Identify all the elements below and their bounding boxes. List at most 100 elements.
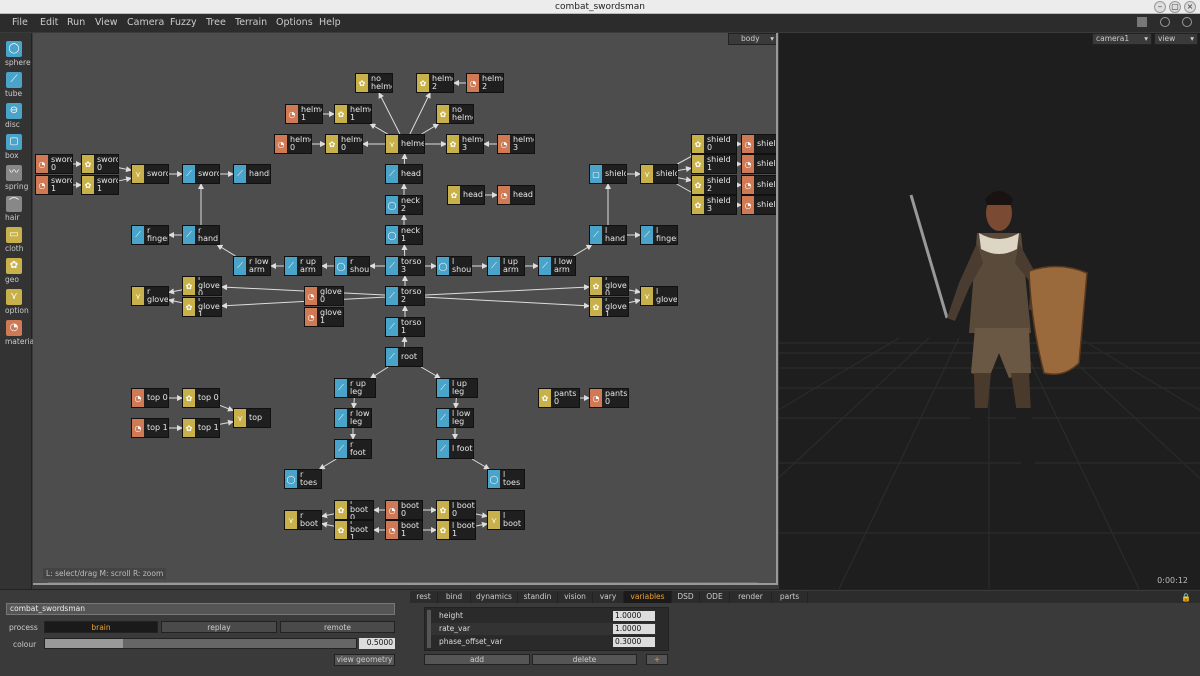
- graph-node-lfingers[interactable]: ⟋l fingers: [640, 225, 678, 245]
- graph-node-ltoes[interactable]: ◯l toes: [487, 469, 525, 489]
- graph-node-rshoulder[interactable]: ◯r shoulder: [334, 256, 370, 276]
- graph-node-lhand[interactable]: ⟋l hand: [589, 225, 627, 245]
- graph-node-shieldbox[interactable]: ▢shield: [589, 164, 627, 184]
- tool-materia[interactable]: ◔materia: [2, 318, 30, 348]
- minimize-button[interactable]: –: [1154, 1, 1166, 13]
- graph-node-shield2y[interactable]: ✿shield 2: [691, 175, 737, 195]
- menu-fuzzy[interactable]: Fuzzy: [170, 17, 197, 28]
- layout-toggle-icon[interactable]: [1137, 17, 1147, 27]
- graph-node-rboot1[interactable]: ✿r boot 1: [334, 520, 374, 540]
- menu-view[interactable]: View: [95, 17, 118, 28]
- graph-node-lshoulder[interactable]: ◯l shoulder: [436, 256, 472, 276]
- view-geometry-button[interactable]: view geometry: [334, 654, 395, 666]
- graph-node-lboot1[interactable]: ✿l boot 1: [436, 520, 476, 540]
- plus-button[interactable]: +: [646, 654, 668, 665]
- colour-value-field[interactable]: 0.5000: [359, 638, 395, 649]
- camera-selector[interactable]: camera1▾: [1092, 33, 1152, 45]
- graph-node-torso1[interactable]: ⟋torso 1: [385, 317, 425, 337]
- graph-node-shieldopt[interactable]: ⋎shield: [640, 164, 678, 184]
- menu-tree[interactable]: Tree: [206, 17, 226, 28]
- graph-node-neck2[interactable]: ◯neck 2: [385, 195, 423, 215]
- tab-vary[interactable]: vary: [593, 591, 624, 603]
- graph-node-top0o[interactable]: ◔top 0: [131, 388, 169, 408]
- graph-node-helmet1o[interactable]: ◔helmet 1: [285, 104, 323, 124]
- tab-render[interactable]: render: [730, 591, 772, 603]
- graph-node-nohelmet1[interactable]: ✿no helmet1: [355, 73, 393, 93]
- tool-option[interactable]: ⋎option: [2, 287, 30, 317]
- variable-row[interactable]: height1.0000: [431, 610, 656, 622]
- graph-node-sword0o[interactable]: ◔sword 0: [35, 154, 73, 174]
- graph-node-rlowleg[interactable]: ⟋r low leg: [334, 408, 372, 428]
- menu-edit[interactable]: Edit: [40, 17, 58, 28]
- graph-node-helmet3o[interactable]: ◔helmet 3: [497, 134, 535, 154]
- tab-variables[interactable]: variables: [624, 591, 672, 603]
- tool-disc[interactable]: ⊖disc: [2, 101, 30, 131]
- graph-node-sword0y[interactable]: ✿sword 0: [81, 154, 119, 174]
- graph-node-boot0[interactable]: ◔boot 0: [385, 500, 423, 520]
- detach-icon[interactable]: [1182, 17, 1192, 27]
- menu-terrain[interactable]: Terrain: [235, 17, 267, 28]
- graph-node-helmet0y[interactable]: ✿helmet 0: [325, 134, 363, 154]
- graph-node-rtoes[interactable]: ◯r toes: [284, 469, 322, 489]
- graph-horizontal-scrollbar[interactable]: [48, 582, 758, 585]
- graph-node-torso3[interactable]: ⟋torso 3: [385, 256, 425, 276]
- graph-node-helmet2y[interactable]: ✿helmet 2: [416, 73, 454, 93]
- graph-node-lglove0[interactable]: ✿l glove 0: [589, 276, 629, 296]
- graph-node-llowarm[interactable]: ⟋l low arm: [538, 256, 576, 276]
- graph-node-swordtube[interactable]: ⟋sword: [182, 164, 220, 184]
- graph-node-lupleg[interactable]: ⟋l up leg: [436, 378, 478, 398]
- graph-node-nohelmet2[interactable]: ✿no helmet2: [436, 104, 474, 124]
- graph-node-shield1y[interactable]: ✿shield 1: [691, 154, 737, 174]
- maximize-button[interactable]: ▢: [1169, 1, 1181, 13]
- menu-file[interactable]: File: [12, 17, 28, 28]
- graph-node-top1y[interactable]: ✿top 1: [182, 418, 220, 438]
- graph-node-rhand[interactable]: ⟋r hand: [182, 225, 220, 245]
- tab-parts[interactable]: parts: [772, 591, 808, 603]
- graph-node-shield0o[interactable]: ◔shield: [741, 134, 778, 154]
- graph-node-swordopt[interactable]: ⋎sword: [131, 164, 169, 184]
- graph-node-rupleg[interactable]: ⟋r up leg: [334, 378, 376, 398]
- tool-spring[interactable]: 〰spring: [2, 163, 30, 193]
- graph-node-sword1o[interactable]: ◔sword 1: [35, 175, 73, 195]
- tab-dynamics[interactable]: dynamics: [471, 591, 518, 603]
- graph-node-torso2[interactable]: ⟋torso 2: [385, 286, 425, 306]
- graph-node-headmat[interactable]: ◔head: [497, 185, 535, 205]
- graph-node-lglove1[interactable]: ✿l glove 1: [589, 297, 629, 317]
- graph-node-rfingers[interactable]: ⟋r fingers: [131, 225, 169, 245]
- graph-node-shield3o[interactable]: ◔shield: [741, 195, 778, 215]
- menu-camera[interactable]: Camera: [127, 17, 164, 28]
- graph-node-rboot0[interactable]: ✿r boot 0: [334, 500, 374, 520]
- graph-node-pants0y[interactable]: ✿pants 0: [538, 388, 580, 408]
- restore-icon[interactable]: [1160, 17, 1170, 27]
- variable-value[interactable]: 0.3000: [613, 637, 655, 647]
- lock-icon[interactable]: 🔒: [1181, 593, 1191, 602]
- graph-node-boot1[interactable]: ◔boot 1: [385, 520, 423, 540]
- variable-row[interactable]: rate_var1.0000: [431, 623, 656, 635]
- tool-sphere[interactable]: ◯sphere: [2, 39, 30, 69]
- graph-node-helmet2o[interactable]: ◔helmet 2: [466, 73, 504, 93]
- graph-node-shield2o[interactable]: ◔shield: [741, 175, 778, 195]
- graph-node-top[interactable]: ⋎top: [233, 408, 271, 428]
- graph-node-top0y[interactable]: ✿top 0: [182, 388, 220, 408]
- graph-node-helmet0o[interactable]: ◔helmet 0: [274, 134, 312, 154]
- tool-hair[interactable]: ⌒hair: [2, 194, 30, 224]
- graph-node-shield0y[interactable]: ✿shield 0: [691, 134, 737, 154]
- node-graph-panel[interactable]: ✿no helmet1 ✿helmet 2 ◔helmet 2 ◔helmet 1✿h…: [33, 33, 778, 585]
- graph-node-pants0o[interactable]: ◔pants 0: [589, 388, 629, 408]
- graph-node-handle[interactable]: ⟋handle: [233, 164, 271, 184]
- graph-node-head[interactable]: ⟋head: [385, 164, 423, 184]
- graph-node-lglove[interactable]: ⋎l glove: [640, 286, 678, 306]
- tab-standin[interactable]: standin: [518, 591, 558, 603]
- tab-ode[interactable]: ODE: [700, 591, 730, 603]
- graph-node-rlowarm[interactable]: ⟋r low arm: [233, 256, 271, 276]
- tool-cloth[interactable]: ▭cloth: [2, 225, 30, 255]
- variable-row[interactable]: phase_offset_var0.3000: [431, 636, 656, 648]
- graph-node-rglove0[interactable]: ✿r glove 0: [182, 276, 222, 296]
- graph-node-glove0[interactable]: ◔glove 0: [304, 286, 344, 306]
- graph-node-luparm[interactable]: ⟋l up arm: [487, 256, 525, 276]
- graph-node-llowleg[interactable]: ⟋l low leg: [436, 408, 474, 428]
- process-replay-button[interactable]: replay: [161, 621, 277, 633]
- close-button[interactable]: ×: [1184, 1, 1196, 13]
- tab-vision[interactable]: vision: [558, 591, 593, 603]
- graph-node-glove1[interactable]: ◔glove 1: [304, 307, 344, 327]
